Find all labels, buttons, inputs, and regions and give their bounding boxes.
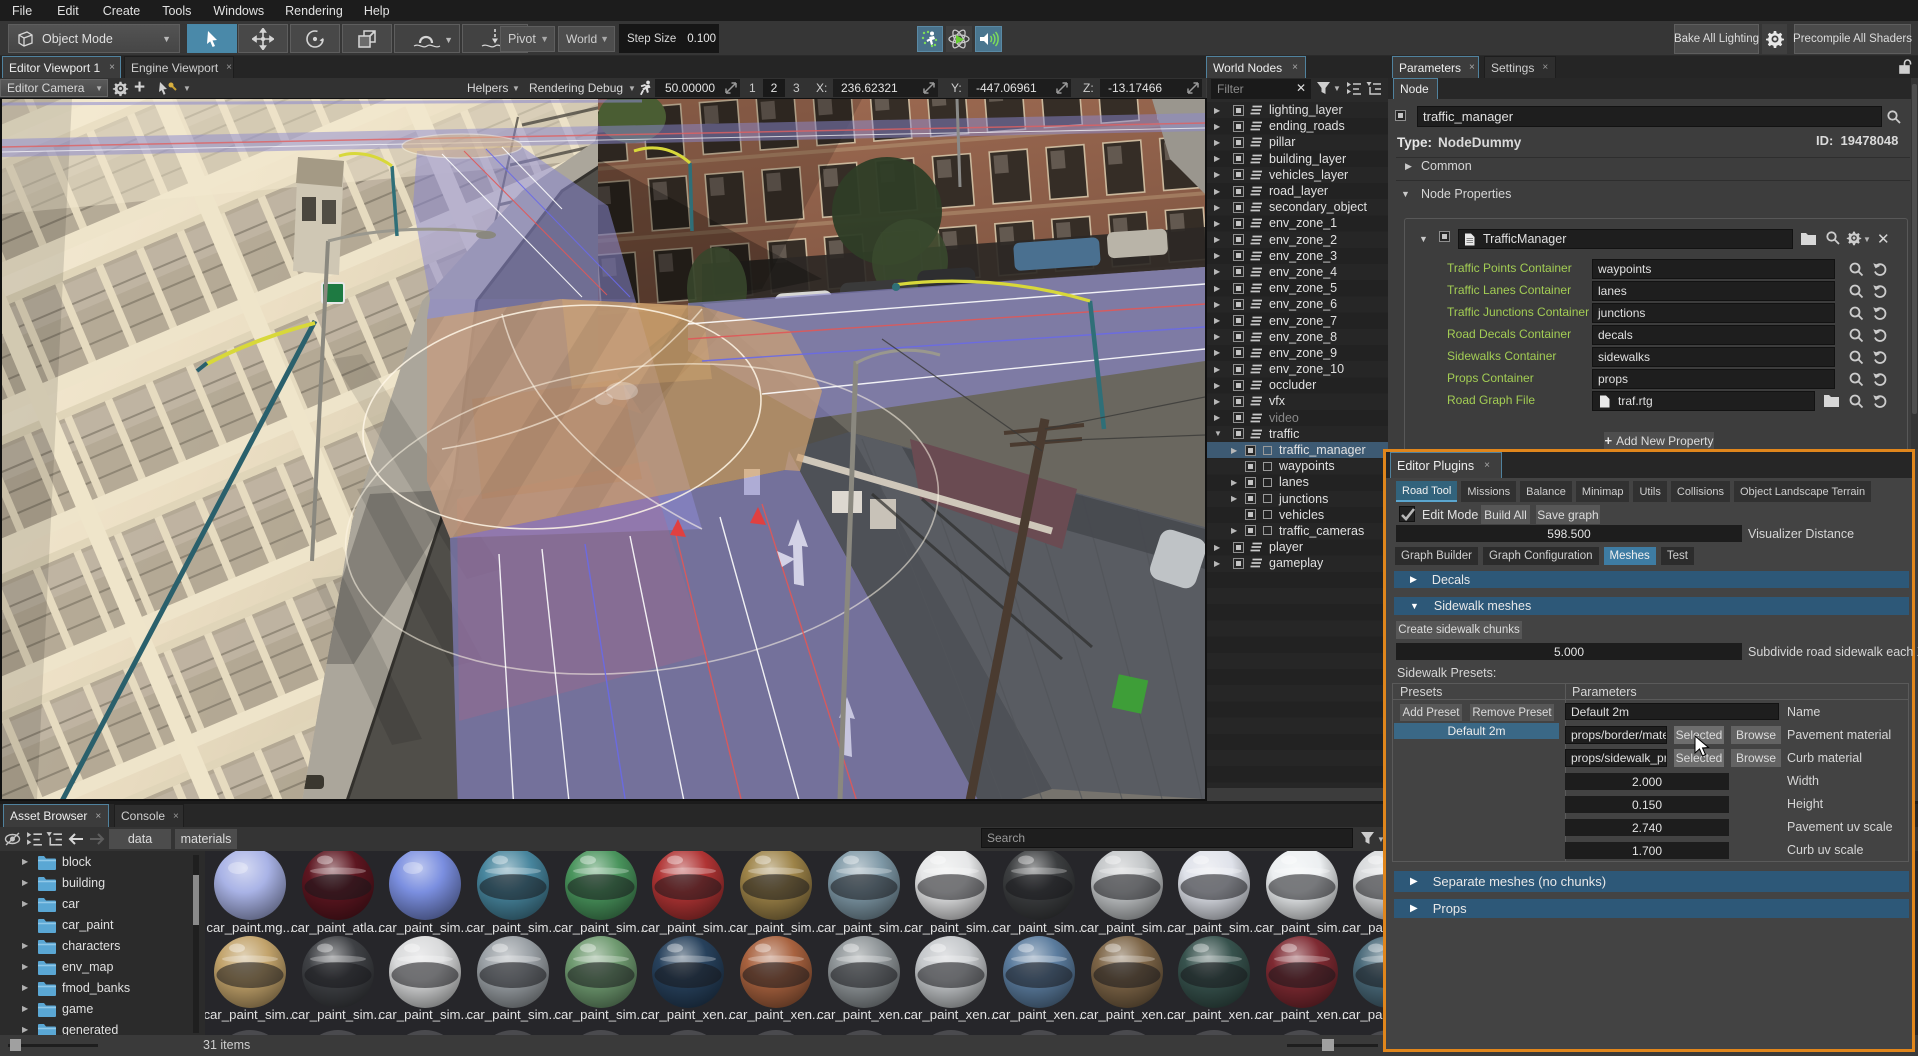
svg-text:car_paint_xen...: car_paint_xen... [817,1007,911,1022]
svg-text:car_paint_sim...: car_paint_sim... [205,1007,297,1022]
svg-text:car_paint_xen...: car_paint_xen... [729,1007,823,1022]
svg-text:car_paint_xen...: car_paint_xen... [992,1007,1086,1022]
svg-text:car_paint_sim...: car_paint_sim... [904,920,997,935]
svg-text:car_paint_sim...: car_paint_sim... [291,1007,384,1022]
svg-text:car_paint_sim...: car_paint_sim... [1167,920,1260,935]
svg-text:car_paint_xen...: car_paint_xen... [1080,1007,1174,1022]
svg-text:car_paint_xen...: car_paint_xen... [1255,1007,1349,1022]
svg-text:car_paint_sim...: car_paint_sim... [1080,920,1173,935]
svg-text:car_paint_sim...: car_paint_sim... [466,1007,559,1022]
svg-text:car_paint_atla...: car_paint_atla... [291,920,385,935]
svg-text:car_paint_sim...: car_paint_sim... [466,920,559,935]
svg-text:car_paint_sim...: car_paint_sim... [729,920,822,935]
svg-text:car_paint_xen...: car_paint_xen... [904,1007,998,1022]
svg-text:car_paint_sim...: car_paint_sim... [641,920,734,935]
svg-text:car_paint_sim...: car_paint_sim... [992,920,1085,935]
svg-text:car_paint_sim...: car_paint_sim... [554,920,647,935]
svg-text:car_paint_sim...: car_paint_sim... [817,920,910,935]
svg-text:car_paint_sim...: car_paint_sim... [1255,920,1348,935]
svg-text:car_paint_xen...: car_paint_xen... [641,1007,735,1022]
svg-text:car_paint_sim...: car_paint_sim... [378,920,471,935]
svg-text:car_paint_sim...: car_paint_sim... [378,1007,471,1022]
svg-text:car_paint_xen...: car_paint_xen... [1167,1007,1261,1022]
svg-text:car_paint_sim...: car_paint_sim... [554,1007,647,1022]
svg-text:car_paint.mg...: car_paint.mg... [206,920,293,935]
